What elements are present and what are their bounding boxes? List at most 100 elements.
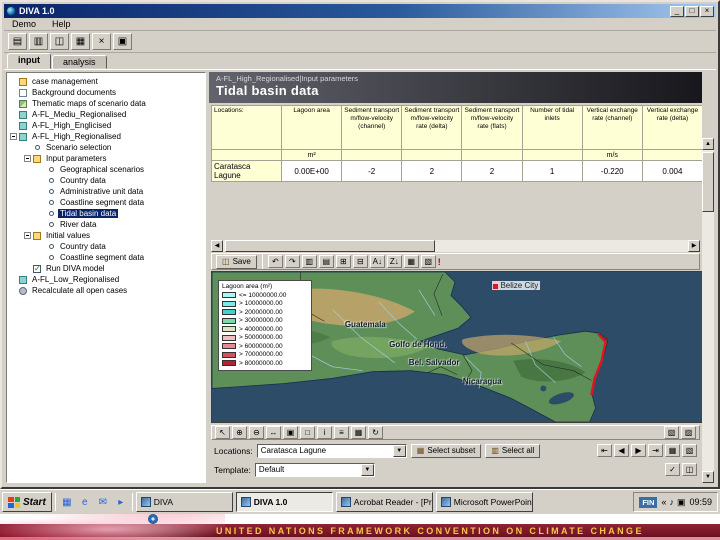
tree-item[interactable]: Scenario selection (7, 142, 205, 153)
titlebar[interactable]: DIVA 1.0 _ □ × (4, 4, 716, 18)
help-icon[interactable]: ▣ (113, 33, 132, 50)
task-acrobat[interactable]: Acrobat Reader - [Pro... (336, 492, 433, 512)
table-cell[interactable]: 0.004 (642, 161, 702, 182)
grid-view-icon[interactable]: ▦ (351, 426, 366, 439)
chevron-down-icon[interactable]: ▼ (393, 445, 406, 457)
tree-item[interactable]: Coastline segment data (7, 252, 205, 263)
pointer-icon[interactable]: ↖ (215, 426, 230, 439)
menu-demo[interactable]: Demo (4, 19, 44, 29)
task-diva-folder[interactable]: DIVA (136, 492, 233, 512)
table-view-icon[interactable]: ▦ (404, 255, 419, 268)
tab-analysis[interactable]: analysis (52, 55, 107, 69)
sort-ascending-icon[interactable]: A↓ (370, 255, 385, 268)
tree-item[interactable]: Run DIVA model (7, 263, 205, 274)
tree-item[interactable]: A-FL_High_Regionalised (7, 131, 205, 142)
tree-item[interactable]: Background documents (7, 87, 205, 98)
tree-expander-icon[interactable] (10, 89, 17, 96)
horizontal-scrollbar[interactable]: ◀ ▶ (211, 240, 700, 252)
table-cell[interactable]: 2 (462, 161, 522, 182)
display-settings-icon[interactable]: ▣ (677, 497, 686, 508)
tree-expander-icon[interactable] (38, 221, 45, 228)
tree-item[interactable]: Recalculate all open cases (7, 285, 205, 296)
menu-help[interactable]: Help (44, 19, 79, 29)
pan-icon[interactable]: ↔ (266, 426, 281, 439)
tree-item[interactable]: Tidal basin data (7, 208, 205, 219)
tree-expander-icon[interactable] (10, 111, 17, 118)
tree-item[interactable]: River data (7, 219, 205, 230)
tree-item[interactable]: A-FL_High_Englicised (7, 120, 205, 131)
scrollbar-thumb[interactable] (225, 240, 435, 252)
paste-icon[interactable]: ▤ (319, 255, 334, 268)
apply-template-icon[interactable]: ✓ (665, 463, 680, 476)
volume-icon[interactable]: ♪ (669, 497, 674, 508)
tree-expander-icon[interactable] (24, 155, 31, 162)
tree-expander-icon[interactable] (10, 276, 17, 283)
tree-expander-icon[interactable] (24, 232, 31, 239)
tree-expander-icon[interactable] (10, 122, 17, 129)
next-record-icon[interactable]: ▶ (631, 444, 646, 457)
table-cell[interactable]: -0.220 (582, 161, 642, 182)
identify-icon[interactable]: i (317, 426, 332, 439)
tree-item[interactable]: Administrative unit data (7, 186, 205, 197)
tree-expander-icon[interactable] (38, 243, 45, 250)
refresh-icon[interactable]: ↻ (368, 426, 383, 439)
legend-toggle-icon[interactable]: ▧ (664, 426, 679, 439)
delete-row-icon[interactable]: ⊟ (353, 255, 368, 268)
tree-item[interactable]: Geographical scenarios (7, 164, 205, 175)
chart-view-icon[interactable]: ▧ (421, 255, 436, 268)
print-map-icon[interactable]: ▨ (681, 426, 696, 439)
select-region-icon[interactable]: □ (300, 426, 315, 439)
select-subset-button[interactable]: ▦ Select subset (411, 444, 482, 458)
tree-expander-icon[interactable] (38, 188, 45, 195)
scroll-down-icon[interactable]: ▼ (702, 471, 714, 483)
first-record-icon[interactable]: ⇤ (597, 444, 612, 457)
internet-explorer-icon[interactable]: e (77, 494, 93, 510)
save-case-icon[interactable]: ◫ (50, 33, 69, 50)
full-extent-icon[interactable]: ▣ (283, 426, 298, 439)
table-cell[interactable]: 0.00E+00 (282, 161, 342, 182)
export-records-icon[interactable]: ▧ (682, 444, 697, 457)
add-row-icon[interactable]: ⊞ (336, 255, 351, 268)
tab-input[interactable]: input (7, 53, 51, 69)
new-case-icon[interactable]: ▤ (8, 33, 27, 50)
undo-icon[interactable]: ↶ (268, 255, 283, 268)
table-cell[interactable]: 2 (402, 161, 462, 182)
prev-record-icon[interactable]: ◀ (614, 444, 629, 457)
tree-item[interactable]: Country data (7, 241, 205, 252)
sort-descending-icon[interactable]: Z↓ (387, 255, 402, 268)
template-dropdown[interactable]: Default ▼ (255, 463, 375, 477)
tree-item[interactable]: A-FL_Mediu_Regionalised (7, 109, 205, 120)
tree-item[interactable]: Initial values (7, 230, 205, 241)
keyboard-language-indicator[interactable]: FIN (639, 497, 657, 508)
copy-icon[interactable]: ▥ (302, 255, 317, 268)
redo-icon[interactable]: ↷ (285, 255, 300, 268)
map-view[interactable]: Lagoon area (m²) <= 10000000.00 > 100000… (211, 271, 702, 423)
task-powerpoint[interactable]: Microsoft PowerPoint... (436, 492, 533, 512)
tree-expander-icon[interactable] (24, 144, 31, 151)
vertical-scrollbar[interactable]: ▲ ▼ (702, 138, 714, 483)
close-button[interactable]: × (700, 6, 714, 17)
media-player-icon[interactable]: ▸ (113, 494, 129, 510)
maximize-button[interactable]: □ (685, 6, 699, 17)
scrollbar-thumb[interactable] (702, 152, 714, 212)
chevron-down-icon[interactable]: ▼ (361, 464, 374, 476)
tree-expander-icon[interactable] (10, 287, 17, 294)
start-button[interactable]: Start (2, 492, 52, 512)
save-button[interactable]: ◫ Save (216, 255, 257, 269)
tree-item[interactable]: Thematic maps of scenario data (7, 98, 205, 109)
table-cell[interactable]: 1 (522, 161, 582, 182)
table-cell[interactable]: -2 (342, 161, 402, 182)
open-case-icon[interactable]: ▥ (29, 33, 48, 50)
outlook-icon[interactable]: ✉ (95, 494, 111, 510)
show-desktop-icon[interactable]: ▦ (59, 494, 75, 510)
tree-expander-icon[interactable] (24, 265, 31, 272)
tree-expander-icon[interactable] (38, 177, 45, 184)
last-record-icon[interactable]: ⇥ (648, 444, 663, 457)
layers-icon[interactable]: ≡ (334, 426, 349, 439)
tree-item[interactable]: A-FL_Low_Regionalised (7, 274, 205, 285)
zoom-out-icon[interactable]: ⊖ (249, 426, 264, 439)
tree-expander-icon[interactable] (38, 166, 45, 173)
select-all-button[interactable]: ▥ Select all (485, 444, 540, 458)
zoom-in-icon[interactable]: ⊕ (232, 426, 247, 439)
tree-expander-icon[interactable] (10, 100, 17, 107)
